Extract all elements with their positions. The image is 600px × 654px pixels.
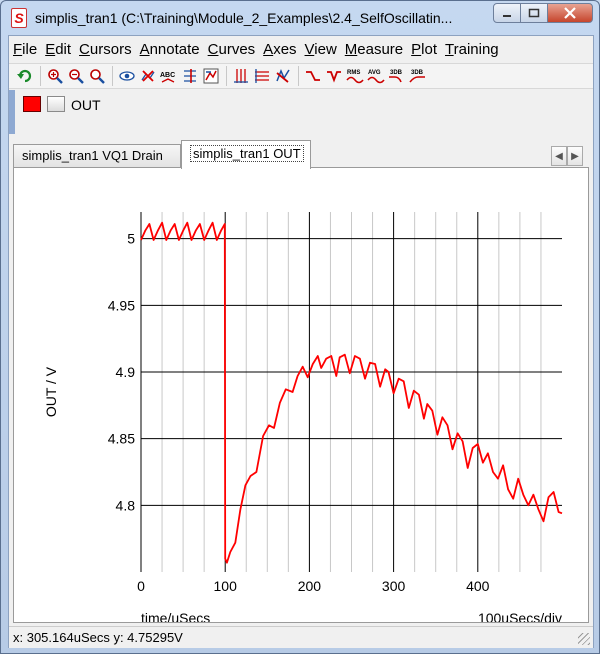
title-bar[interactable]: S simplis_tran1 (C:\Training\Module_2_Ex… [1,1,599,35]
tab-scroll-left-button[interactable]: ◀ [551,146,567,166]
toolbar-separator [112,66,113,86]
svg-text:ABC: ABC [160,72,175,79]
undo-icon[interactable] [15,66,35,86]
toolbar-separator [226,66,227,86]
menu-edit[interactable]: Edit [45,41,71,58]
toolbar: ABC RMS AVG 3DB 3DB [9,63,593,89]
cursor-readout: x: 305.164uSecs y: 4.75295V [13,630,183,645]
svg-text:3DB: 3DB [390,70,403,76]
tab-out[interactable]: simplis_tran1 OUT [181,140,311,169]
menu-curves[interactable]: Curves [208,41,256,58]
y-tick-label: 5 [127,231,135,247]
menu-training[interactable]: Training [445,41,499,58]
toolbar-separator [40,66,41,86]
grid-vertical-icon[interactable] [231,66,251,86]
tab-label: simplis_tran1 VQ1 Drain [22,148,163,163]
y-tick-label: 4.95 [108,297,135,313]
x-division-label: 100uSecs/div [478,610,562,622]
zoom-in-icon[interactable] [45,66,65,86]
client-area: File Edit Cursors Annotate Curves Axes V… [8,35,594,648]
menu-view[interactable]: View [305,41,337,58]
minimize-button[interactable] [493,3,521,23]
chevron-left-icon: ◀ [555,150,563,162]
y-tick-label: 4.9 [116,364,136,380]
toolbar-separator [298,66,299,86]
menu-annotate[interactable]: Annotate [140,41,200,58]
x-tick-label: 0 [137,578,145,594]
minimize-icon [503,15,511,17]
window-controls [493,3,593,23]
tab-scroll-right-button[interactable]: ▶ [567,146,583,166]
legend-splitter[interactable] [9,90,15,134]
y-axis-label: OUT / V [43,366,59,417]
curve-select-checkbox[interactable] [47,96,65,112]
menu-measure[interactable]: Measure [345,41,403,58]
x-tick-label: 400 [466,578,490,594]
curve-props-icon[interactable] [201,66,221,86]
rising-edge-icon[interactable] [324,66,344,86]
application-window: S simplis_tran1 (C:\Training\Module_2_Ex… [0,0,600,654]
window-title: simplis_tran1 (C:\Training\Module_2_Exam… [35,10,453,26]
eye-icon[interactable] [117,66,137,86]
plot-area[interactable]: 4.8 4.85 4.9 4.95 5 0 100 200 300 400 time/uSecs 10… [13,167,589,626]
svg-text:3DB: 3DB [411,70,424,76]
db2-icon[interactable]: 3DB [408,66,428,86]
delete-curve-icon[interactable] [138,66,158,86]
menu-axes[interactable]: Axes [263,41,296,58]
avg-icon[interactable]: AVG [366,66,386,86]
tab-vq1-drain[interactable]: simplis_tran1 VQ1 Drain [13,144,181,168]
status-bar: x: 305.164uSecs y: 4.75295V [9,626,593,648]
curve-legend-label[interactable]: OUT [71,97,101,113]
add-grid-icon[interactable] [180,66,200,86]
maximize-icon [528,8,540,18]
chevron-right-icon: ▶ [571,150,579,162]
close-button[interactable] [547,3,593,23]
resize-grip-icon[interactable] [578,633,590,645]
close-icon [564,7,576,19]
grid-horizontal-icon[interactable] [252,66,272,86]
maximize-button[interactable] [520,3,548,23]
curve-legend: OUT [9,90,593,134]
y-tick-label: 4.85 [108,431,135,447]
y-tick-label: 4.8 [116,497,136,513]
db-icon[interactable]: 3DB [387,66,407,86]
tab-label: simplis_tran1 OUT [190,145,304,162]
simplis-logo-icon[interactable]: S [11,8,27,28]
falling-edge-icon[interactable] [303,66,323,86]
rms-icon[interactable]: RMS [345,66,365,86]
x-tick-label: 200 [298,578,322,594]
waveform-chart[interactable]: 4.8 4.85 4.9 4.95 5 0 100 200 300 400 time/uSecs 10… [14,168,588,626]
curve-style-icon[interactable] [273,66,293,86]
x-tick-label: 100 [214,578,238,594]
zoom-out-icon[interactable] [66,66,86,86]
menu-plot[interactable]: Plot [411,41,437,58]
svg-text:AVG: AVG [368,70,381,76]
menu-bar: File Edit Cursors Annotate Curves Axes V… [9,36,593,62]
graph-tabs: simplis_tran1 VQ1 Drain simplis_tran1 OU… [9,140,593,169]
svg-text:RMS: RMS [347,70,360,76]
zoom-fit-icon[interactable] [87,66,107,86]
menu-file[interactable]: File [13,41,37,58]
menu-cursors[interactable]: Cursors [79,41,132,58]
x-tick-label: 300 [382,578,406,594]
x-axis-label: time/uSecs [141,610,210,622]
curve-color-swatch[interactable] [23,96,41,112]
abc-label-icon[interactable]: ABC [159,66,179,86]
